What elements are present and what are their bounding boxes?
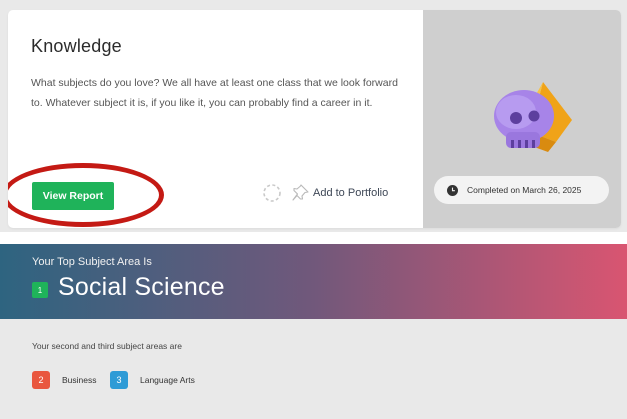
- rank-badge-2: 2: [32, 371, 50, 389]
- subject-area-name: Business: [62, 375, 97, 385]
- rank-badge-1: 1: [32, 282, 48, 298]
- add-to-portfolio-link[interactable]: Add to Portfolio: [313, 187, 388, 199]
- pin-icon[interactable]: [290, 183, 310, 203]
- completed-date-text: Completed on March 26, 2025: [467, 185, 582, 195]
- top-subject-title: Social Science: [58, 273, 225, 301]
- subject-area-item: 2 Business: [32, 371, 97, 389]
- card-description: What subjects do you love? We all have a…: [31, 77, 398, 109]
- top-subject-subtitle: Your Top Subject Area Is: [32, 256, 152, 268]
- top-subject-banner: Your Top Subject Area Is 1 Social Scienc…: [0, 244, 627, 319]
- assessment-card: Knowledge What subjects do you love? We …: [8, 10, 621, 228]
- rank-badge-3: 3: [110, 371, 128, 389]
- card-title: Knowledge: [31, 36, 122, 56]
- loading-spinner-icon: [263, 184, 281, 202]
- skull-shapes-illustration: [494, 82, 572, 152]
- card-illustration-panel: Completed on March 26, 2025: [423, 10, 621, 228]
- secondary-areas-section: Your second and third subject areas are …: [0, 319, 627, 419]
- clock-icon: [447, 184, 458, 196]
- assessment-card-area: Knowledge What subjects do you love? We …: [0, 0, 627, 232]
- subject-area-item: 3 Language Arts: [110, 371, 195, 389]
- completed-status-badge: Completed on March 26, 2025: [434, 176, 609, 204]
- secondary-areas-intro: Your second and third subject areas are: [32, 341, 182, 351]
- subject-area-name: Language Arts: [140, 375, 195, 385]
- view-report-button[interactable]: View Report: [32, 182, 114, 210]
